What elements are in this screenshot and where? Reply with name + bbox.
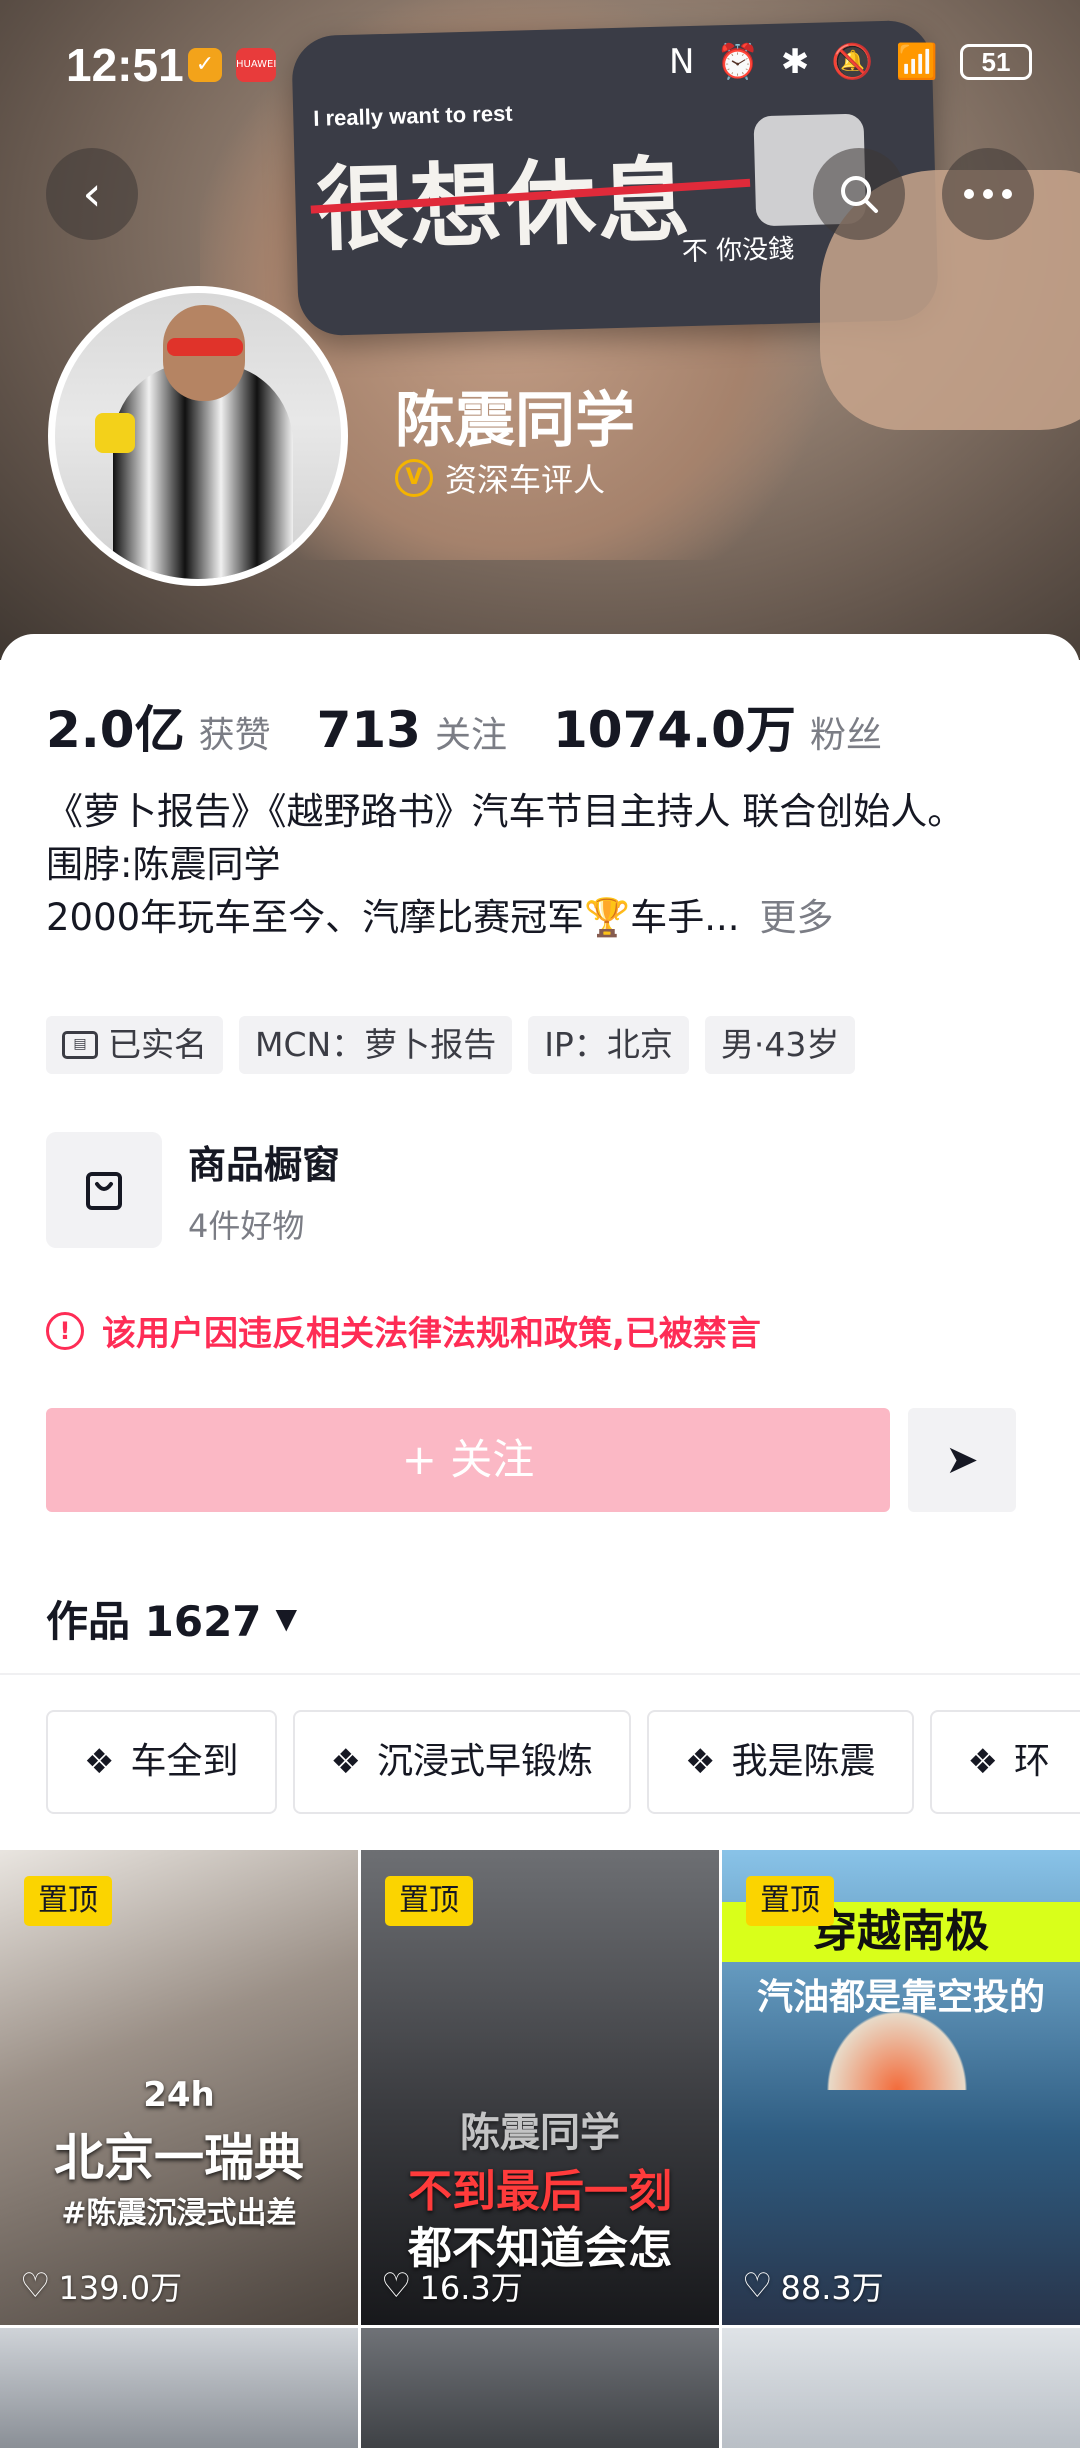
notification-huawei-icon: HUAWEI	[236, 48, 276, 82]
likes-count-label: 88.3万	[780, 2263, 883, 2309]
avatar-glasses	[167, 338, 243, 356]
video-likes: ♡88.3万	[742, 2263, 884, 2309]
avatar-suit-patch	[95, 413, 135, 453]
nfc-icon: N	[669, 42, 694, 82]
layers-icon: ❖	[331, 1712, 361, 1812]
collection-chip[interactable]: ❖我是陈震	[647, 1710, 914, 1814]
bio-line: 《萝卜报告》《越野路书》汽车节目主持人 联合创始人。	[46, 785, 1036, 838]
send-message-button[interactable]: ➤	[908, 1408, 1016, 1512]
layers-icon: ❖	[84, 1712, 114, 1812]
divider	[0, 1673, 1080, 1675]
video-caption-top: 24h	[0, 2075, 358, 2115]
collection-chip[interactable]: ❖环	[930, 1710, 1080, 1814]
video-tile[interactable]: 置顶 24h 北京一瑞典 #陈震沉浸式出差 ♡139.0万	[0, 1850, 358, 2325]
tag-label: 已实名	[108, 1016, 207, 1074]
following-count[interactable]: 713	[317, 701, 421, 759]
verified-badge: V 资深车评人	[395, 455, 605, 501]
tag-mcn: MCN：萝卜报告	[239, 1016, 512, 1074]
collection-label: 我是陈震	[731, 1712, 875, 1812]
tag-ip: IP：北京	[528, 1016, 689, 1074]
status-icons: N ⏰ ✱ 🔕 📶 51	[669, 42, 1032, 82]
verified-icon: V	[395, 459, 433, 497]
bio-line: 2000年玩车至今、汽摩比赛冠军🏆车手...	[46, 896, 740, 939]
pinned-badge: 置顶	[24, 1876, 112, 1926]
status-time: 12:51	[66, 38, 184, 92]
followers-label: 粉丝	[810, 706, 882, 758]
back-button[interactable]: ‹	[46, 148, 138, 240]
search-button[interactable]	[813, 148, 905, 240]
bio-line-last: 2000年玩车至今、汽摩比赛冠军🏆车手... 更多	[46, 891, 1036, 944]
ban-notice-text: 该用户因违反相关法律法规和政策,已被禁言	[102, 1306, 761, 1355]
chevron-left-icon: ‹	[82, 166, 101, 222]
shop-title: 商品橱窗	[188, 1134, 340, 1189]
likes-count[interactable]: 2.0亿	[46, 690, 185, 762]
profile-bio: 《萝卜报告》《越野路书》汽车节目主持人 联合创始人。 围脖:陈震同学 2000年…	[46, 785, 1036, 944]
notification-app-icon: ✓	[188, 48, 222, 82]
search-icon	[837, 172, 881, 216]
likes-label: 获赞	[199, 706, 271, 758]
profile-nickname: 陈震同学	[395, 372, 635, 459]
heart-icon: ♡	[381, 2266, 411, 2306]
send-icon: ➤	[945, 1437, 979, 1483]
caret-down-icon: ▼	[276, 1602, 298, 1635]
collection-chip[interactable]: ❖车全到	[46, 1710, 277, 1814]
heart-icon: ♡	[742, 2266, 772, 2306]
mute-icon: 🔕	[831, 42, 873, 82]
profile-tags: ▤ 已实名 MCN：萝卜报告 IP：北京 男·43岁	[46, 1016, 855, 1074]
shop-subtitle: 4件好物	[188, 1201, 340, 1247]
shop-text: 商品橱窗 4件好物	[188, 1134, 340, 1247]
works-label: 作品 1627	[46, 1588, 262, 1649]
bluetooth-icon: ✱	[781, 42, 810, 82]
likes-count-label: 16.3万	[419, 2263, 522, 2309]
layers-icon: ❖	[968, 1712, 998, 1812]
video-tile[interactable]: 置顶 陈震同学 不到最后一刻 都不知道会怎 ♡16.3万	[361, 1850, 719, 2325]
collection-label: 沉浸式早锻炼	[377, 1712, 593, 1812]
video-likes: ♡16.3万	[381, 2263, 523, 2309]
video-tile[interactable]	[722, 2328, 1080, 2448]
following-label: 关注	[435, 706, 507, 758]
video-caption-main: 不到最后一刻	[361, 2155, 719, 2219]
bio-more-link[interactable]: 更多	[760, 896, 834, 939]
pinned-badge: 置顶	[746, 1876, 834, 1926]
follow-button[interactable]: + 关注	[46, 1408, 890, 1512]
id-card-icon: ▤	[62, 1031, 98, 1059]
status-bar: 12:51 ✓ HUAWEI N ⏰ ✱ 🔕 📶 51	[0, 0, 1080, 130]
battery-icon: 51	[960, 44, 1032, 80]
heart-icon: ♡	[20, 2266, 50, 2306]
video-likes: ♡139.0万	[20, 2263, 182, 2309]
ban-notice: ! 该用户因违反相关法律法规和政策,已被禁言	[46, 1306, 761, 1355]
video-caption-sub: #陈震沉浸式出差	[0, 2188, 358, 2232]
collection-label: 车全到	[130, 1712, 238, 1812]
works-header[interactable]: 作品 1627 ▼	[46, 1588, 297, 1649]
video-tile[interactable]	[361, 2328, 719, 2448]
likes-count-label: 139.0万	[58, 2263, 182, 2309]
tag-real-name: ▤ 已实名	[46, 1016, 223, 1074]
avatar[interactable]	[48, 286, 348, 586]
video-caption-top: 陈震同学	[361, 2100, 719, 2158]
tag-gender-age: 男·43岁	[705, 1016, 855, 1074]
bio-line: 围脖:陈震同学	[46, 838, 1036, 891]
verified-label: 资深车评人	[445, 455, 605, 501]
more-button[interactable]	[942, 148, 1034, 240]
video-caption-main: 北京一瑞典	[0, 2118, 358, 2190]
alarm-icon: ⏰	[716, 42, 758, 82]
profile-stats: 2.0亿 获赞 713 关注 1074.0万 粉丝	[46, 690, 928, 762]
video-tile[interactable]	[0, 2328, 358, 2448]
banner-phone-sub-text: 不 你没錢	[681, 228, 794, 268]
more-dots-icon	[963, 188, 1013, 200]
layers-icon: ❖	[685, 1712, 715, 1812]
pinned-badge: 置顶	[385, 1876, 473, 1926]
shop-window[interactable]: 商品橱窗 4件好物	[46, 1132, 340, 1248]
collection-chip[interactable]: ❖沉浸式早锻炼	[293, 1710, 632, 1814]
video-tile[interactable]: 穿越南极 汽油都是靠空投的 置顶 ♡88.3万	[722, 1850, 1080, 2325]
warning-icon: !	[46, 1312, 84, 1350]
shopping-bag-icon	[46, 1132, 162, 1248]
followers-count[interactable]: 1074.0万	[553, 690, 796, 762]
signal-icon: 📶	[896, 42, 938, 82]
collection-label: 环	[1014, 1712, 1050, 1812]
collection-tabs: ❖车全到 ❖沉浸式早锻炼 ❖我是陈震 ❖环	[46, 1710, 1080, 1814]
